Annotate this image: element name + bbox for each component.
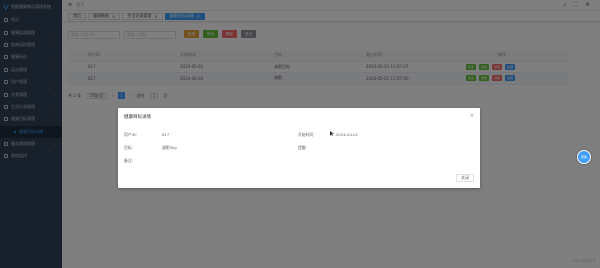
goal-value: 减肥5kg — [162, 145, 177, 150]
dialog-row-3: 备注： — [124, 158, 135, 164]
goal-label: 目标： — [124, 145, 136, 150]
detail-dialog: 健康目标详情 × 用户ID： 617 开始时间： 2024-04-01 目标： … — [118, 108, 480, 188]
help-float-button[interactable]: 帮助 — [577, 150, 591, 164]
dialog-row-2: 目标： 减肥5kg 提醒： — [124, 145, 474, 151]
start-time-value: 2024-04-01 — [336, 132, 359, 137]
reminder-label: 提醒： — [298, 145, 310, 150]
user-id-label: 用户ID： — [124, 132, 140, 137]
close-icon[interactable]: × — [470, 113, 474, 119]
watermark: CSDN @程序员 — [570, 259, 596, 263]
dialog-title: 健康目标详情 — [124, 115, 151, 120]
dialog-row-1: 用户ID： 617 开始时间： 2024-04-01 — [124, 132, 474, 138]
user-id-value: 617 — [162, 132, 170, 137]
close-button[interactable]: 关闭 — [456, 174, 474, 182]
remark-label: 备注： — [124, 158, 136, 163]
